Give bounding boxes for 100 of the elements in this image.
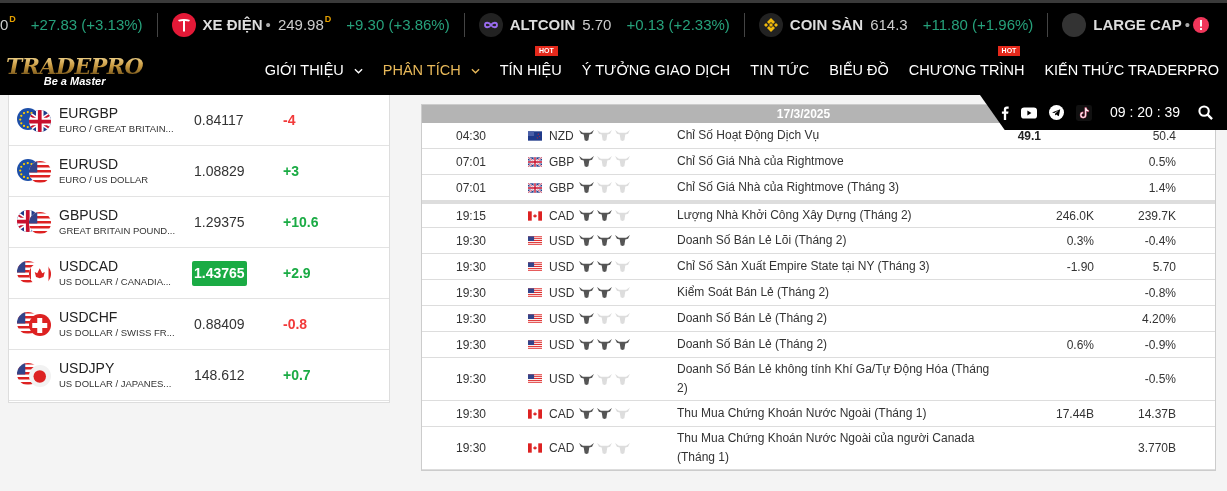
ticker-name: COIN SÀN <box>789 14 864 35</box>
event-time: 19:30 <box>455 405 488 423</box>
previous-value: 239.7K <box>1136 207 1176 225</box>
nav-link[interactable]: TÍN HIỆU <box>499 60 562 82</box>
currency-code: CAD <box>549 405 576 423</box>
nav-link[interactable]: BIỂU ĐỒ <box>829 60 889 82</box>
currency-pair-flags-icon <box>17 159 51 183</box>
bull-icon <box>597 286 612 299</box>
currency-flag-icon <box>528 339 542 350</box>
ticker-name: ALTCOIN <box>509 14 576 35</box>
clock: 09 : 20 : 39 <box>1109 103 1180 122</box>
currency-flag-icon <box>528 210 542 221</box>
bull-icon <box>597 234 612 247</box>
bull-icon <box>579 338 594 351</box>
price-mark: D <box>324 13 332 24</box>
previous-value: -0.5% <box>1143 371 1176 388</box>
previous-value: -0.9% <box>1143 336 1176 354</box>
bull-icon <box>615 441 630 455</box>
bull-icon <box>615 338 630 351</box>
pair-symbol[interactable]: GBPUSD <box>59 207 187 225</box>
bull-icon <box>597 129 612 142</box>
pair-symbol[interactable]: USDCHF <box>59 309 187 327</box>
ticker-price: 614.3 <box>870 14 908 35</box>
previous-value: 14.37B <box>1136 405 1176 423</box>
event-time: 19:15 <box>455 207 488 225</box>
currency-code: GBP <box>549 153 576 171</box>
currency-flag-icon <box>528 235 542 246</box>
currency-code: USD <box>549 232 576 250</box>
event-time: 19:30 <box>455 371 488 388</box>
currency-flag-icon <box>528 287 542 298</box>
ticker-change: +27.83 (+3.13%) <box>30 14 143 35</box>
nav-link[interactable]: KIẾN THỨC TRADERPRO <box>1044 60 1219 82</box>
price-mark: D <box>9 13 16 24</box>
bull-icon <box>579 181 594 194</box>
pair-symbol[interactable]: EURGBP <box>59 105 187 123</box>
event-time: 19:30 <box>455 284 488 302</box>
currency-flag-icon <box>528 443 542 453</box>
telegram-icon[interactable] <box>1048 105 1064 120</box>
pair-change: +10.6 <box>283 212 319 232</box>
bull-icon <box>579 234 594 247</box>
previous-value: 4.20% <box>1140 310 1176 328</box>
bull-icon <box>579 441 594 455</box>
bull-icon <box>597 312 612 325</box>
pair-price: 0.84117 <box>193 111 245 130</box>
currency-flag-icon <box>528 261 542 272</box>
nav-link[interactable]: PHÂN TÍCH <box>382 60 480 82</box>
pair-name: EURO / GREAT BRITAIN... <box>59 122 175 135</box>
event-title: Chỉ Số Giá Nhà của Rightmove (Tháng 3) <box>677 179 901 196</box>
nav-link[interactable]: Ý TƯỞNG GIAO DỊCH <box>581 60 731 82</box>
pair-symbol[interactable]: USDJPY <box>59 360 187 378</box>
nav-link[interactable]: GIỚI THIỆU <box>264 60 363 82</box>
pair-name: US DOLLAR / JAPANES... <box>59 377 173 390</box>
bull-icon <box>615 312 630 325</box>
bull-icon <box>579 286 594 299</box>
previous-value: 3.770B <box>1136 440 1176 457</box>
event-title: Chỉ Số Sản Xuất Empire State tại NY (Tháng 3) <box>677 258 931 275</box>
event-time: 07:01 <box>455 153 488 171</box>
previous-value: 50.4 <box>1151 127 1176 145</box>
ticker-dot: • <box>1184 14 1190 35</box>
forecast-value: 17.44B <box>1054 405 1094 423</box>
currency-code: CAD <box>549 207 576 225</box>
pair-price: 148.612 <box>193 366 246 385</box>
pair-symbol[interactable]: EURUSD <box>59 156 187 174</box>
event-title: Doanh Số Bán Lẻ (Tháng 2) <box>677 336 829 353</box>
letter-t-logo-icon <box>171 13 196 37</box>
ticker-change: +0.13 (+2.33%) <box>626 14 730 35</box>
currency-code: USD <box>549 258 576 276</box>
currency-flag-icon <box>528 182 542 193</box>
nav-link[interactable]: CHƯƠNG TRÌNH <box>908 60 1025 82</box>
pair-symbol[interactable]: USDCAD <box>59 258 187 276</box>
facebook-icon[interactable] <box>1000 105 1009 120</box>
infinity-icon <box>478 13 503 37</box>
nav-link[interactable]: TIN TỨC <box>750 60 810 82</box>
forecast-value: 0.6% <box>1065 336 1094 354</box>
bull-icon <box>597 338 612 351</box>
youtube-icon[interactable] <box>1020 106 1037 119</box>
pair-name: EURO / US DOLLAR <box>59 173 150 186</box>
bull-icon <box>597 372 612 386</box>
bull-icon <box>615 286 630 299</box>
bull-icon <box>579 209 594 222</box>
currency-code: NZD <box>549 127 575 145</box>
ticker-name: XE ĐIỆN <box>202 14 263 35</box>
currency-flag-icon <box>528 408 542 419</box>
pair-change: +3 <box>283 161 299 181</box>
pair-price: 1.08829 <box>193 162 246 181</box>
forecast-value: 0.3% <box>1065 232 1094 250</box>
currency-flag-icon <box>528 156 542 167</box>
event-title: Thu Mua Chứng Khoán Nước Ngoài của người Canada (Tháng 1) <box>677 430 976 466</box>
event-title: Doanh Số Bán Lẻ không tính Khí Ga/Tự Động Hóa (Tháng 2) <box>677 361 991 397</box>
bull-icon <box>579 407 594 420</box>
bull-icon <box>615 372 630 386</box>
tiktok-icon[interactable] <box>1075 104 1092 121</box>
logo-title[interactable]: TRADEPRO <box>6 55 144 77</box>
ticker-change: +11.80 (+1.96%) <box>922 14 1034 35</box>
currency-code: USD <box>549 284 576 302</box>
currency-code: USD <box>549 336 576 354</box>
circle-icon <box>1062 13 1087 37</box>
currency-code: USD <box>549 310 576 328</box>
search-icon[interactable] <box>1198 105 1213 120</box>
event-time: 19:30 <box>455 336 488 354</box>
